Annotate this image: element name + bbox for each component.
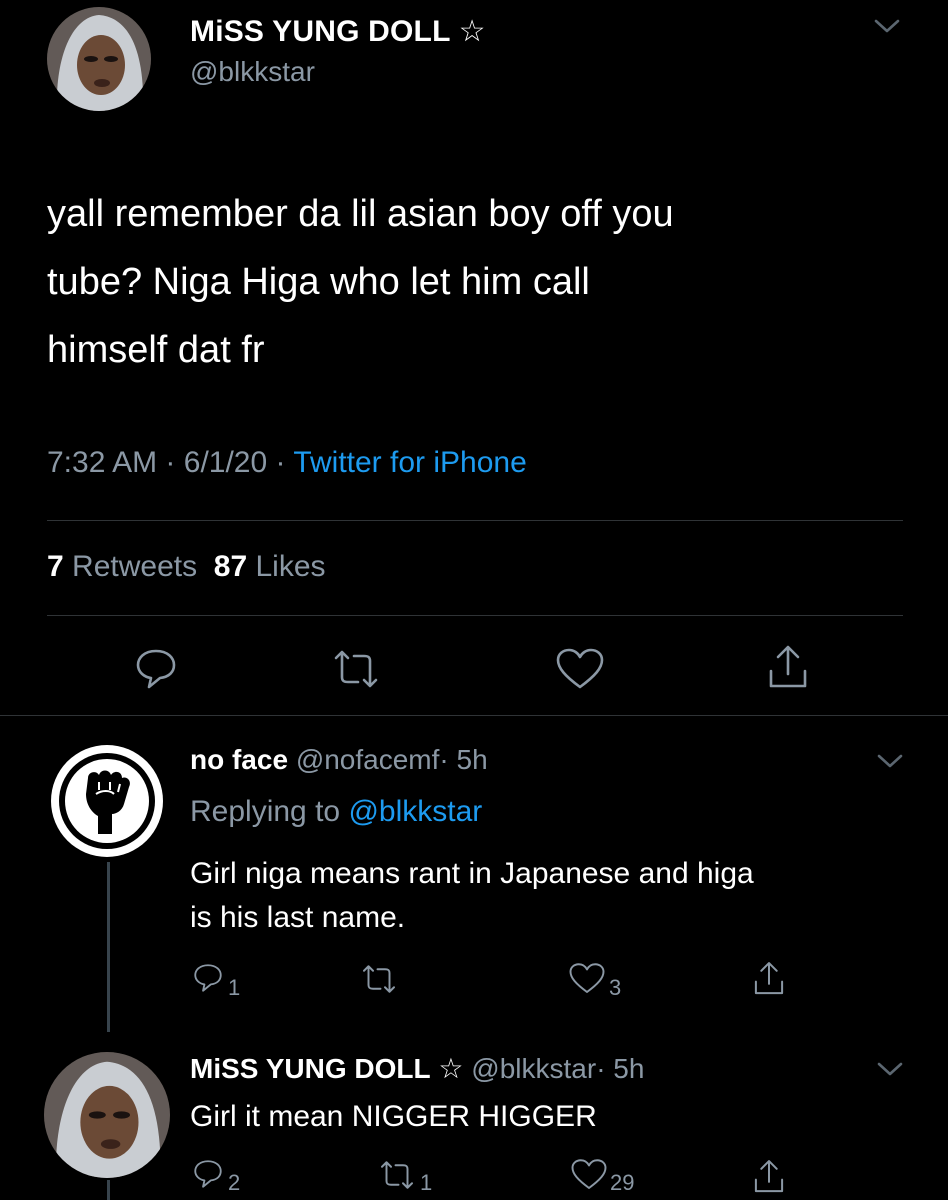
display-name-text: MiSS YUNG DOLL [190,15,451,48]
retweet-icon[interactable] [328,649,384,689]
raised-fist-icon [44,738,170,864]
reply-count: 2 [228,1170,241,1195]
user-handle[interactable]: @nofacemf [296,744,440,775]
replying-to: Replying to @blkkstar [190,795,482,829]
reply-header: MiSS YUNG DOLL ☆ @blkkstar· 5h [190,1052,644,1085]
likes-count: 87 [213,550,248,583]
chevron-down-icon[interactable] [876,1060,904,1078]
avatar-photo [44,1052,170,1178]
star-badge: ☆ [438,1053,464,1084]
avatar[interactable] [44,1052,170,1178]
reply-icon[interactable] [191,962,225,994]
avatar[interactable] [44,738,170,864]
avatar-photo [47,7,151,111]
likes-stat[interactable]: 87 Likes [214,550,326,583]
reply-icon[interactable] [191,1158,225,1190]
reply-age: · 5h [596,1053,645,1084]
tweet-text: yall remember da lil asian boy off you t… [47,193,674,371]
reply-header: no face @nofacemf· 5h [190,744,488,776]
retweet-icon[interactable] [358,964,400,994]
like-icon[interactable] [570,1158,608,1191]
reply-age: · 5h [439,744,488,775]
display-name[interactable]: MiSS YUNG DOLL ☆ [190,14,486,49]
likes-label: Likes [255,550,326,583]
like-icon[interactable] [568,962,606,995]
like-count: 3 [609,975,622,1000]
like-icon[interactable] [555,647,605,691]
reply-text: Girl it mean NIGGER HIGGER [190,1100,597,1133]
tweet-source-link[interactable]: Twitter for iPhone [293,446,526,479]
user-handle[interactable]: @blkkstar [471,1053,596,1084]
tweet-stats: 7 Retweets 87 Likes [47,550,326,584]
tweet-date: 6/1/20 [183,446,268,479]
tweet-meta: 7:32 AM · 6/1/20 · Twitter for iPhone [47,446,527,480]
avatar[interactable] [47,7,151,111]
like-count: 29 [610,1170,635,1195]
section-divider [0,715,948,716]
display-name[interactable]: no face [190,744,288,775]
star-badge: ☆ [458,15,486,48]
retweets-stat[interactable]: 7 Retweets [47,550,197,583]
replying-label: Replying to [190,795,341,828]
retweet-count: 1 [420,1170,433,1195]
display-name[interactable]: MiSS YUNG DOLL [190,1053,431,1084]
replying-to-link[interactable]: @blkkstar [348,795,482,828]
thread-line [107,862,110,1032]
share-icon[interactable] [752,1158,786,1195]
share-icon[interactable] [752,960,786,997]
meta-separator: · [275,446,286,479]
chevron-down-icon[interactable] [872,16,902,36]
retweets-label: Retweets [72,550,198,583]
tweet-time: 7:32 AM [47,446,158,479]
retweets-count: 7 [47,550,64,583]
reply-count: 1 [228,975,241,1000]
user-handle[interactable]: @blkkstar [190,56,315,88]
chevron-down-icon[interactable] [876,752,904,770]
divider [47,520,903,521]
divider [47,615,903,616]
reply-icon[interactable] [132,647,180,691]
reply-text: Girl niga means rant in Japanese and hig… [190,857,754,934]
meta-separator: · [165,446,176,479]
share-icon[interactable] [766,643,810,691]
thread-line [107,1180,110,1200]
retweet-icon[interactable] [376,1160,418,1190]
